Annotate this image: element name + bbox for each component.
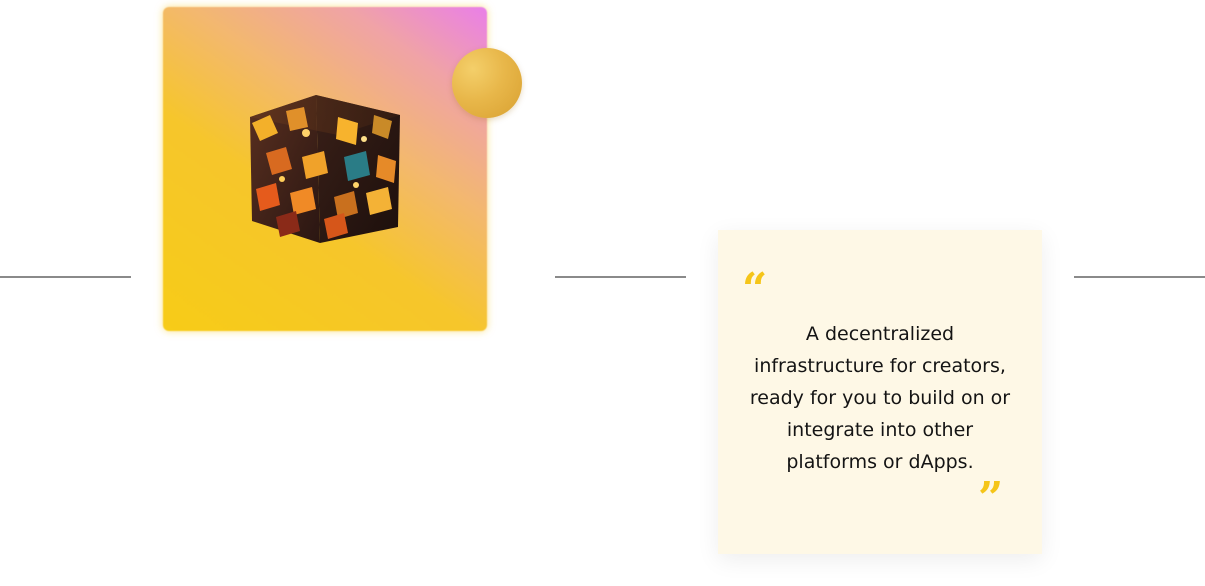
divider-right <box>1074 276 1205 278</box>
crystal-cube-icon <box>250 95 400 243</box>
quote-card: “ A decentralized infrastructure for cre… <box>718 230 1042 554</box>
open-quote-icon: “ <box>742 264 768 315</box>
quote-text: A decentralized infrastructure for creat… <box>749 323 1011 473</box>
gold-sphere-icon <box>452 48 522 118</box>
divider-middle <box>555 276 686 278</box>
close-quote-icon: ” <box>978 473 1004 524</box>
divider-left <box>0 276 131 278</box>
